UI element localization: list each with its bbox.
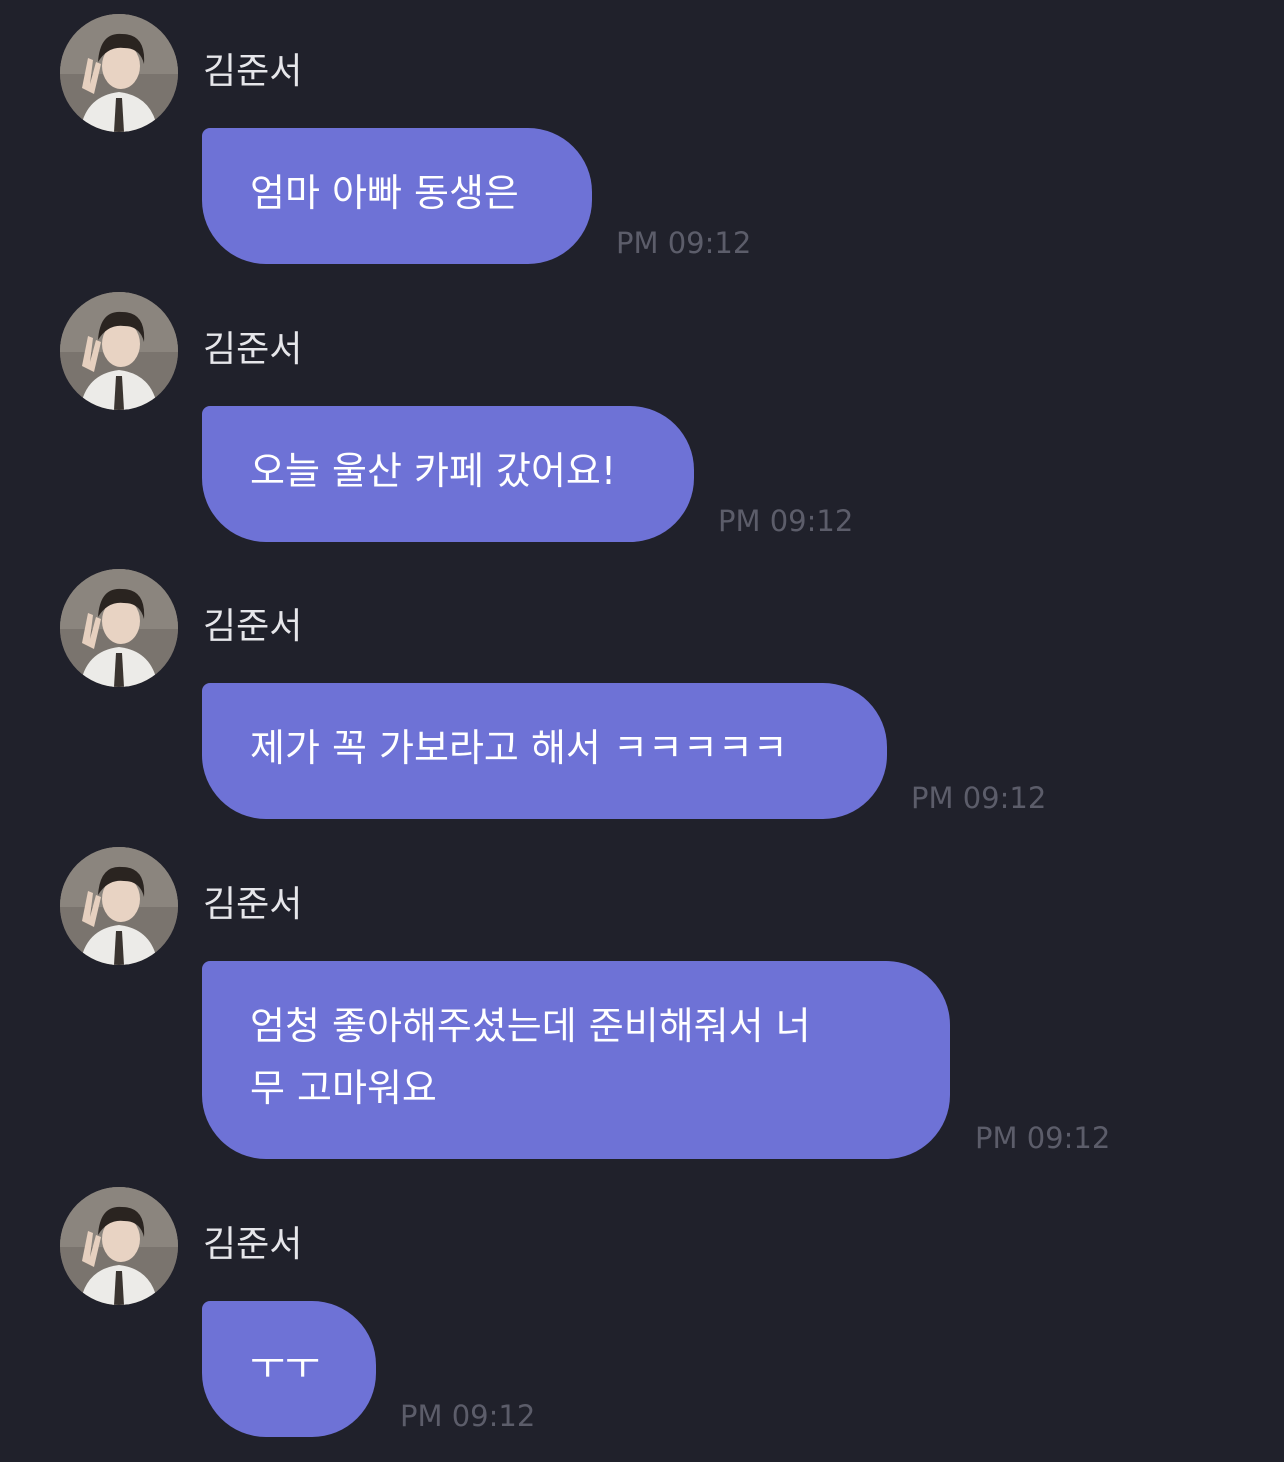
- message-bubble[interactable]: 제가 꼭 가보라고 해서 ㅋㅋㅋㅋㅋ: [202, 683, 887, 819]
- sender-name: 김준서: [203, 1224, 303, 1265]
- sender-name: 김준서: [203, 606, 303, 647]
- sender-name: 김준서: [203, 884, 303, 925]
- message-time: PM 09:12: [911, 781, 1047, 815]
- message-bubble[interactable]: 엄청 좋아해주셨는데 준비해줘서 너 무 고마워요: [202, 961, 950, 1159]
- message-time: PM 09:12: [616, 226, 752, 260]
- avatar[interactable]: [60, 292, 178, 410]
- message-bubble[interactable]: 엄마 아빠 동생은: [202, 128, 592, 264]
- avatar[interactable]: [60, 847, 178, 965]
- message-bubble[interactable]: ㅜㅜ: [202, 1301, 376, 1437]
- avatar[interactable]: [60, 569, 178, 687]
- sender-name: 김준서: [203, 329, 303, 370]
- sender-name: 김준서: [203, 51, 303, 92]
- message-time: PM 09:12: [975, 1121, 1111, 1155]
- message-bubble[interactable]: 오늘 울산 카페 갔어요!: [202, 406, 694, 542]
- avatar[interactable]: [60, 14, 178, 132]
- message-time: PM 09:12: [400, 1399, 536, 1433]
- avatar[interactable]: [60, 1187, 178, 1305]
- message-time: PM 09:12: [718, 504, 854, 538]
